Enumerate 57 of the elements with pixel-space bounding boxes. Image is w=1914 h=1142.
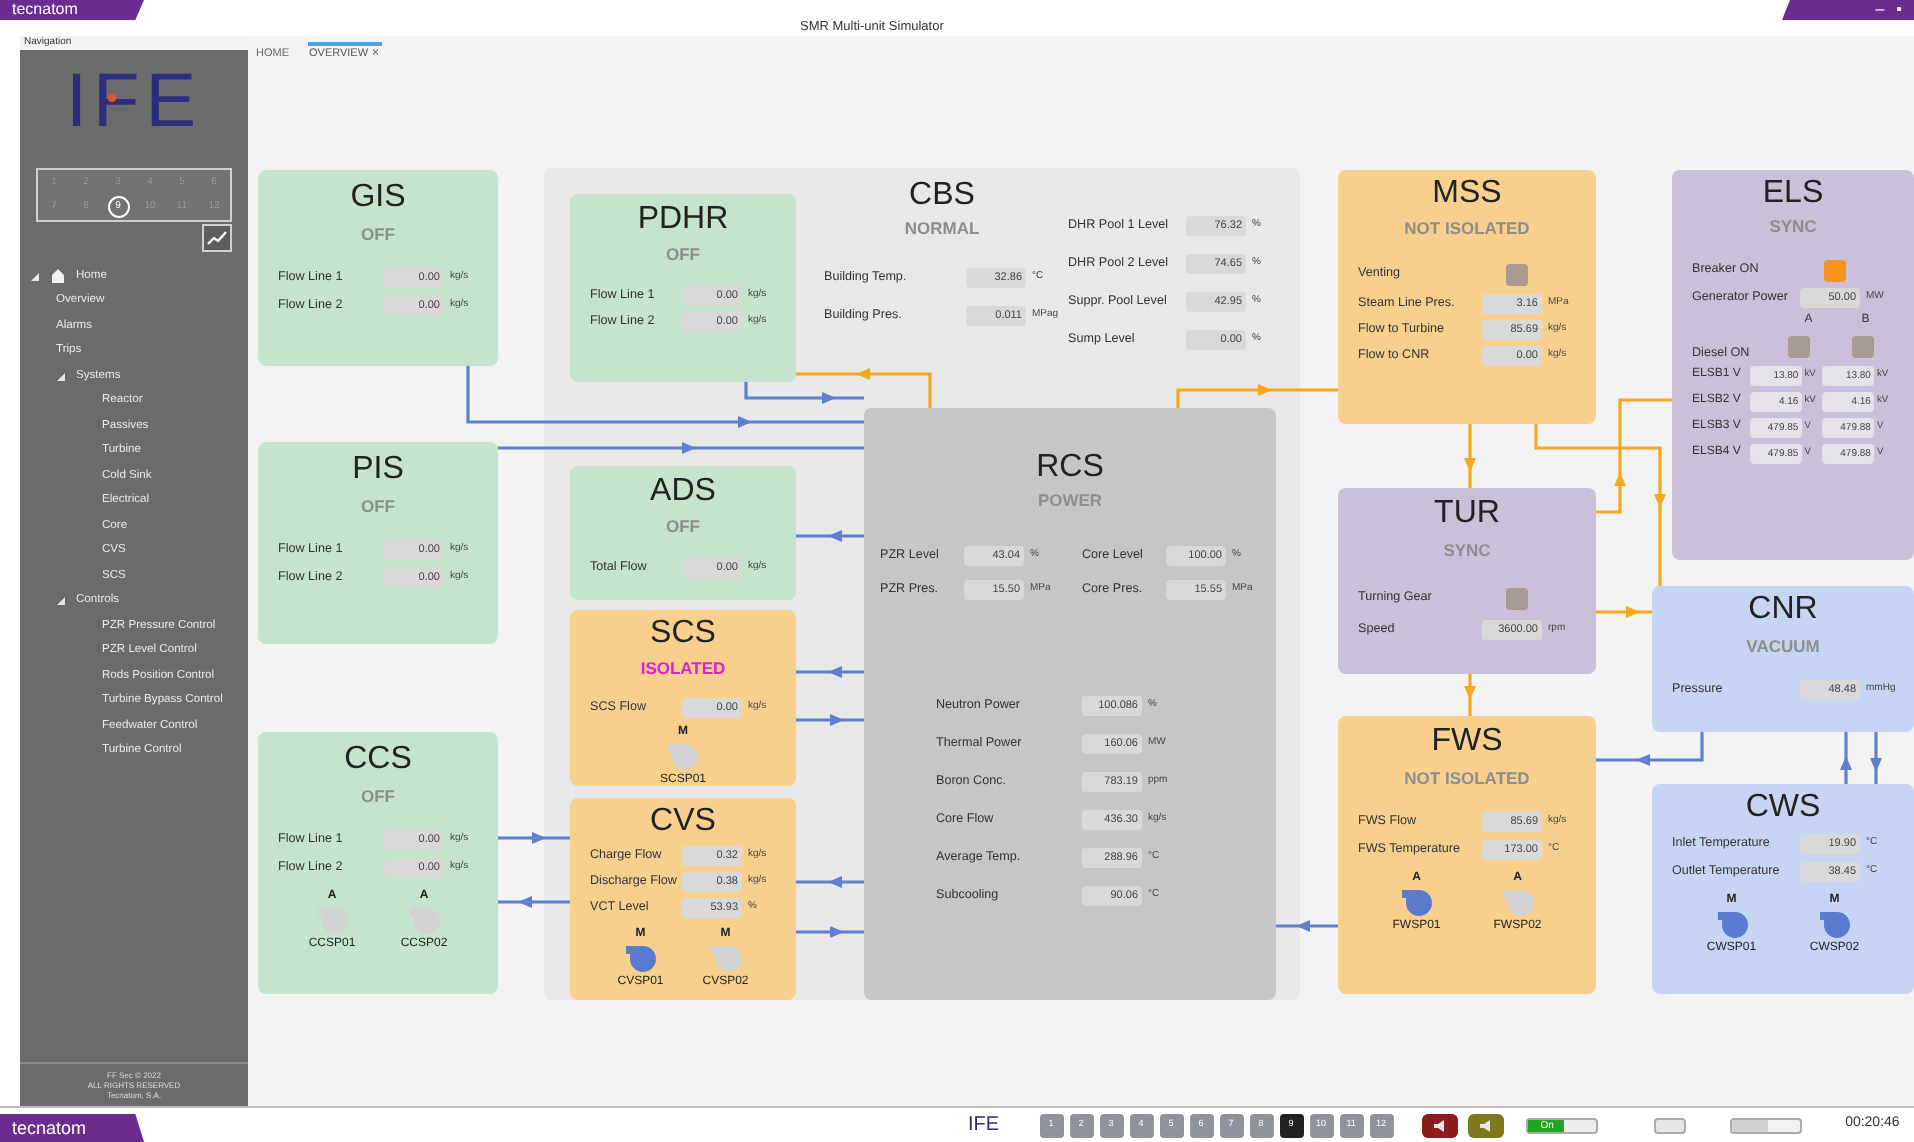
panel-title: ADS bbox=[648, 472, 718, 512]
alarm-button[interactable] bbox=[1421, 1113, 1458, 1137]
sound-button[interactable] bbox=[1467, 1113, 1504, 1137]
brand-logo: tecnatom bbox=[0, 0, 144, 20]
home-icon bbox=[50, 268, 66, 285]
panel-title: PIS bbox=[350, 450, 406, 490]
flow-line bbox=[1276, 920, 1338, 932]
ife-logo: IFE bbox=[968, 1112, 1000, 1140]
panel-title: GIS bbox=[348, 178, 408, 218]
panel-title: RCS bbox=[1034, 448, 1106, 488]
flow-line bbox=[1596, 606, 1652, 618]
status-text: OFF bbox=[664, 514, 702, 538]
flow-line bbox=[1840, 732, 1852, 784]
panel-title: CNR bbox=[1746, 590, 1820, 630]
maximize-button[interactable]: ▪ bbox=[1896, 0, 1902, 20]
flow-line bbox=[498, 896, 570, 908]
panel-title: PDHR bbox=[635, 200, 731, 240]
status-text: NOT ISOLATED bbox=[1402, 216, 1532, 240]
panel-title: CBS bbox=[907, 176, 977, 216]
status-text: OFF bbox=[359, 494, 397, 518]
flow-line bbox=[796, 530, 864, 542]
panel-title: FWS bbox=[1429, 722, 1505, 762]
status-text: NORMAL bbox=[902, 216, 982, 240]
status-text: SYNC bbox=[1767, 214, 1819, 238]
minimize-button[interactable]: – bbox=[1875, 0, 1885, 20]
panel-title: TUR bbox=[1432, 494, 1502, 534]
panel-title: ELS bbox=[1760, 174, 1826, 214]
chart-icon bbox=[206, 230, 228, 246]
flow-line bbox=[796, 876, 864, 888]
status-text: NOT ISOLATED bbox=[1402, 766, 1532, 790]
status-text: VACUUM bbox=[1744, 634, 1822, 658]
status-text: SYNC bbox=[1441, 538, 1493, 562]
panel-title: SCS bbox=[648, 614, 718, 654]
flow-line bbox=[1870, 732, 1882, 784]
panel-title: CCS bbox=[342, 740, 414, 780]
flow-line bbox=[796, 666, 864, 678]
flow-line bbox=[498, 832, 570, 844]
status-text: OFF bbox=[359, 784, 397, 808]
flow-line bbox=[796, 714, 864, 726]
speaker-icon bbox=[1431, 1117, 1448, 1133]
status-text: OFF bbox=[664, 242, 702, 266]
flow-line bbox=[1464, 674, 1476, 716]
panel-title: CWS bbox=[1743, 788, 1823, 828]
toggle-switch[interactable] bbox=[1729, 1117, 1802, 1133]
flow-line bbox=[1596, 732, 1704, 766]
panel-title: MSS bbox=[1430, 174, 1504, 214]
status-text: POWER bbox=[1035, 488, 1105, 512]
ife-logo: IFE bbox=[65, 66, 203, 138]
speaker-icon bbox=[1477, 1117, 1494, 1133]
trend-button[interactable] bbox=[202, 224, 232, 252]
flow-line bbox=[1464, 424, 1476, 488]
small-button[interactable] bbox=[1653, 1117, 1686, 1133]
status-text: ISOLATED bbox=[638, 656, 728, 680]
brand-logo: tecnatom bbox=[0, 1114, 144, 1142]
panel-title: CVS bbox=[648, 802, 718, 842]
status-text: OFF bbox=[359, 222, 397, 246]
flow-line bbox=[796, 926, 864, 938]
